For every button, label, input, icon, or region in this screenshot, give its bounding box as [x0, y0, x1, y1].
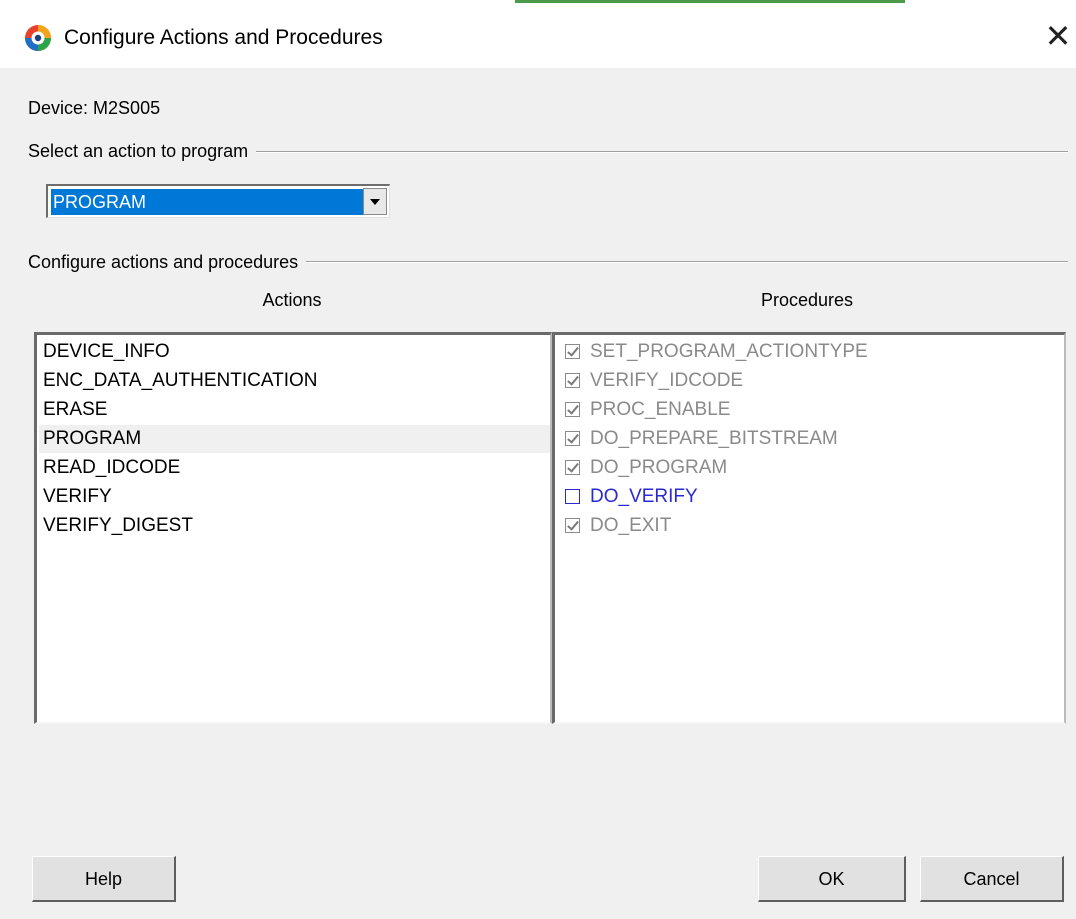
action-item[interactable]: ENC_DATA_AUTHENTICATION [43, 367, 317, 395]
procedure-label: DO_VERIFY [590, 486, 698, 507]
checkbox-checked-icon[interactable] [565, 518, 580, 533]
device-value: M2S005 [93, 98, 161, 118]
device-info: Device: M2S005 [28, 98, 160, 119]
procedure-item[interactable]: SET_PROGRAM_ACTIONTYPE [565, 338, 868, 366]
actions-list[interactable]: DEVICE_INFO ENC_DATA_AUTHENTICATION ERAS… [34, 332, 552, 724]
ok-button[interactable]: OK [758, 856, 906, 902]
title-accent-strip [515, 0, 905, 3]
procedures-header: Procedures [760, 290, 854, 310]
action-item[interactable]: DEVICE_INFO [43, 338, 170, 366]
procedure-item[interactable]: DO_PROGRAM [565, 454, 727, 482]
procedure-label: VERIFY_IDCODE [590, 370, 744, 391]
checkbox-checked-icon[interactable] [565, 373, 580, 388]
procedure-label: DO_PREPARE_BITSTREAM [590, 428, 838, 449]
action-item-selected[interactable]: PROGRAM [39, 425, 550, 453]
action-select[interactable]: PROGRAM [46, 184, 390, 218]
action-group-label: Select an action to program [28, 141, 257, 162]
procedure-item[interactable]: DO_EXIT [565, 512, 671, 540]
chevron-down-icon[interactable] [363, 188, 387, 215]
checkbox-unchecked-icon[interactable] [565, 489, 580, 504]
help-button[interactable]: Help [32, 856, 176, 902]
procedure-label: DO_PROGRAM [590, 457, 728, 478]
procedures-list[interactable]: SET_PROGRAM_ACTIONTYPE VERIFY_IDCODE PRO… [552, 332, 1066, 724]
procedure-label: SET_PROGRAM_ACTIONTYPE [590, 341, 868, 362]
checkbox-checked-icon[interactable] [565, 460, 580, 475]
app-logo-icon [25, 25, 51, 51]
window-title: Configure Actions and Procedures [64, 26, 383, 49]
config-group-label: Configure actions and procedures [28, 252, 307, 273]
procedure-item[interactable]: VERIFY_IDCODE [565, 367, 743, 395]
procedure-item[interactable]: DO_PREPARE_BITSTREAM [565, 425, 838, 453]
action-item[interactable]: ERASE [43, 396, 107, 424]
close-button[interactable]: ✕ [1040, 16, 1076, 56]
cancel-button[interactable]: Cancel [920, 856, 1064, 902]
action-item[interactable]: VERIFY [43, 483, 112, 511]
title-bar: Configure Actions and Procedures ✕ [0, 0, 1076, 68]
actions-header: Actions [262, 290, 322, 310]
checkbox-checked-icon[interactable] [565, 344, 580, 359]
action-item[interactable]: READ_IDCODE [43, 454, 180, 482]
procedure-item-do-verify[interactable]: DO_VERIFY [565, 483, 698, 511]
procedure-label: PROC_ENABLE [590, 399, 731, 420]
action-item[interactable]: VERIFY_DIGEST [43, 512, 193, 540]
checkbox-checked-icon[interactable] [565, 431, 580, 446]
procedure-label: DO_EXIT [590, 515, 672, 536]
procedure-item[interactable]: PROC_ENABLE [565, 396, 730, 424]
action-select-value: PROGRAM [51, 189, 363, 215]
device-label: Device: [28, 98, 89, 118]
checkbox-checked-icon[interactable] [565, 402, 580, 417]
